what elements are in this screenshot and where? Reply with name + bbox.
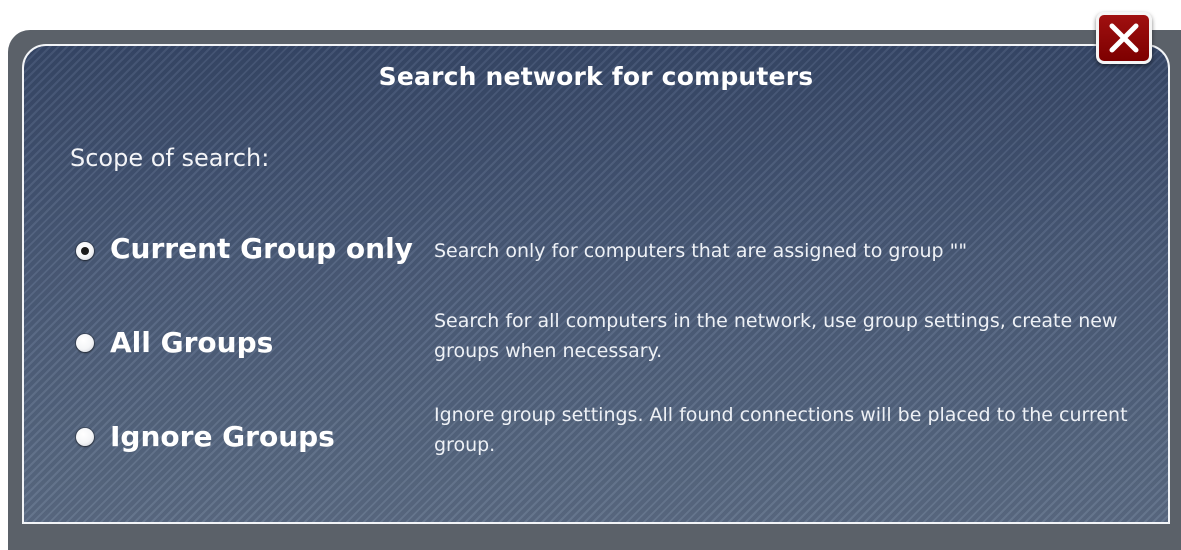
dialog-title: Search network for computers [378,62,814,91]
option-label: All Groups [110,326,274,359]
radio-all-groups[interactable] [76,334,94,352]
close-icon [1109,23,1139,53]
radio-current-group[interactable] [76,242,94,260]
search-network-dialog: Search network for computers Scope of se… [22,44,1170,524]
option-description: Ignore group settings. All found connect… [434,404,1128,456]
option-description: Search for all computers in the network,… [434,310,1118,362]
option-description: Search only for computers that are assig… [434,240,968,262]
option-label: Current Group only [110,232,413,265]
close-button[interactable] [1096,12,1152,64]
option-ignore-groups[interactable]: Ignore Groups Ignore group settings. All… [76,404,1166,476]
option-all-groups[interactable]: All Groups Search for all computers in t… [76,310,1166,382]
radio-ignore-groups[interactable] [76,428,94,446]
option-label: Ignore Groups [110,420,335,453]
option-current-group[interactable]: Current Group only Search only for compu… [76,216,1166,286]
scope-label: Scope of search: [70,144,270,172]
